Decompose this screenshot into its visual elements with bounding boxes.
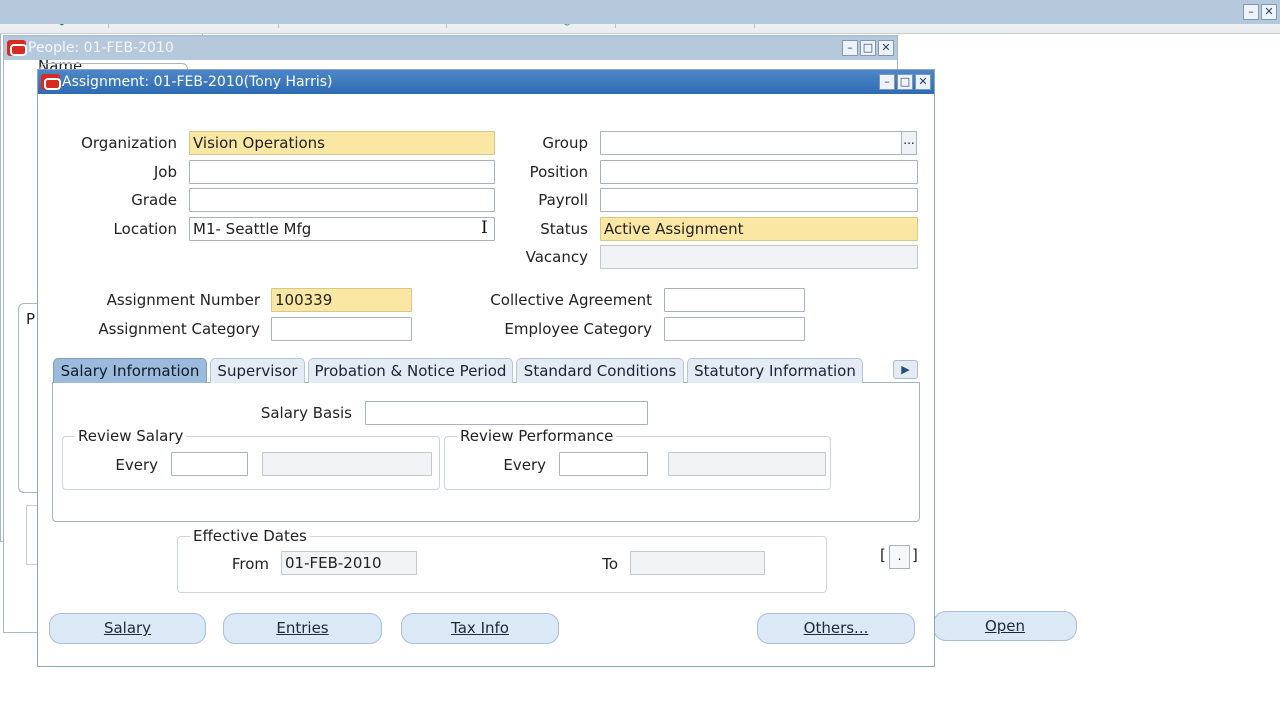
status-field[interactable]: Active Assignment (600, 217, 918, 241)
grade-label: Grade (131, 191, 177, 209)
maximize-icon[interactable]: □ (897, 74, 913, 90)
position-label: Position (529, 163, 588, 181)
employee-category-label: Employee Category (504, 320, 652, 338)
salary-button[interactable]: Salary (49, 613, 206, 644)
assignment-number-field[interactable]: 100339 (271, 288, 412, 312)
review-salary-every-field[interactable] (171, 452, 248, 476)
minimize-icon[interactable]: – (842, 40, 858, 56)
others-button[interactable]: Others... (757, 613, 915, 644)
vacancy-field[interactable] (600, 245, 918, 269)
oracle-logo-icon (41, 74, 61, 90)
organization-field[interactable]: Vision Operations (189, 131, 495, 155)
review-performance-title: Review Performance (457, 427, 617, 445)
tab-salary-information[interactable]: Salary Information (53, 358, 207, 383)
effective-to-label: To (602, 555, 618, 573)
collective-agreement-field[interactable] (664, 288, 805, 312)
descriptive-flexfield[interactable]: . (889, 545, 910, 569)
salary-basis-label: Salary Basis (260, 404, 352, 422)
collective-agreement-label: Collective Agreement (490, 291, 652, 309)
location-label: Location (113, 220, 177, 238)
text-cursor-icon: I (481, 218, 488, 238)
people-window-title: People: 01-FEB-2010 (28, 40, 174, 56)
vacancy-label: Vacancy (525, 248, 588, 266)
job-label: Job (153, 163, 177, 181)
entries-button[interactable]: Entries (223, 613, 382, 644)
tab-standard-conditions[interactable]: Standard Conditions (516, 358, 684, 383)
effective-to-field[interactable] (630, 551, 765, 575)
status-label: Status (540, 220, 588, 238)
employee-category-field[interactable] (664, 317, 805, 341)
effective-dates-title: Effective Dates (190, 527, 310, 545)
review-performance-every-field[interactable] (559, 452, 648, 476)
effective-from-field[interactable]: 01-FEB-2010 (281, 551, 417, 575)
close-icon[interactable]: ✕ (1261, 4, 1277, 20)
tax-info-button[interactable]: Tax Info (401, 613, 559, 644)
position-field[interactable] (600, 160, 918, 184)
grade-field[interactable] (189, 188, 495, 212)
assignment-category-field[interactable] (271, 317, 412, 341)
maximize-icon[interactable]: □ (860, 40, 876, 56)
group-label: Group (542, 134, 588, 152)
location-field[interactable]: M1- Seattle Mfg (189, 217, 495, 241)
payroll-label: Payroll (538, 191, 588, 209)
organization-label: Organization (81, 134, 177, 152)
salary-basis-field[interactable] (365, 401, 648, 425)
job-field[interactable] (189, 160, 495, 184)
tab-scroll-right-icon[interactable]: ▶ (893, 360, 918, 379)
assignment-window-title: Assignment: 01-FEB-2010(Tony Harris) (62, 74, 333, 90)
review-salary-every-label: Every (115, 456, 158, 474)
review-salary-unit-field[interactable] (262, 452, 432, 476)
review-performance-unit-field[interactable] (668, 452, 826, 476)
assignment-category-label: Assignment Category (98, 320, 260, 338)
oracle-logo-icon (7, 40, 27, 56)
tab-supervisor[interactable]: Supervisor (210, 358, 305, 383)
descriptive-flexfield-bracket-right: ] (912, 546, 918, 564)
group-field[interactable] (600, 131, 902, 155)
review-salary-title: Review Salary (75, 427, 187, 445)
minimize-icon[interactable]: – (1243, 4, 1259, 20)
effective-from-label: From (231, 555, 269, 573)
people-tab-label: P (26, 310, 36, 328)
assignment-window-title-bar: Assignment: 01-FEB-2010(Tony Harris) – □… (38, 70, 934, 94)
descriptive-flexfield-bracket-left: [ (880, 546, 886, 564)
right-window-title-bar: – ✕ (0, 0, 1280, 24)
people-window-title-bar: People: 01-FEB-2010 – □ ✕ (4, 36, 897, 60)
payroll-field[interactable] (600, 188, 918, 212)
tab-statutory-information[interactable]: Statutory Information (687, 358, 863, 383)
close-icon[interactable]: ✕ (915, 74, 931, 90)
assignment-number-label: Assignment Number (106, 291, 260, 309)
group-lov-button[interactable]: ... (901, 131, 917, 155)
close-icon[interactable]: ✕ (878, 40, 894, 56)
review-performance-every-label: Every (503, 456, 546, 474)
minimize-icon[interactable]: – (879, 74, 895, 90)
open-button[interactable]: Open (933, 611, 1077, 641)
tab-probation-notice-period[interactable]: Probation & Notice Period (308, 358, 513, 383)
